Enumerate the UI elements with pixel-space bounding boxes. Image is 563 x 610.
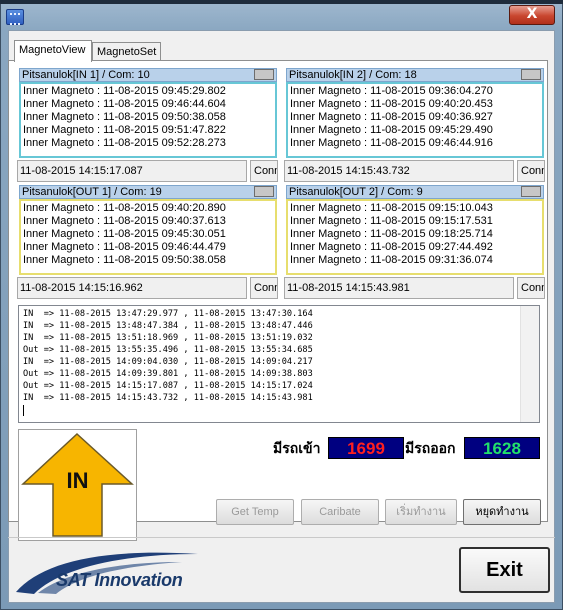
list-item: Inner Magneto : 11-08-2015 09:50:38.058	[23, 254, 226, 266]
list-item: Inner Magneto : 11-08-2015 09:27:44.492	[290, 241, 493, 253]
list-item: Inner Magneto : 11-08-2015 09:45:29.802	[23, 85, 226, 97]
panel-out2-header: Pitsanulok[OUT 2] / Com: 9	[286, 185, 544, 199]
panel-out1-list: Inner Magneto : 11-08-2015 09:40:20.890 …	[19, 199, 277, 275]
log-line: Out => 11-08-2015 13:55:35.496 , 11-08-2…	[23, 345, 313, 355]
list-item: Inner Magneto : 11-08-2015 09:15:10.043	[290, 202, 493, 214]
panel-in1-header: Pitsanulok[IN 1] / Com: 10	[19, 68, 277, 82]
list-item: Inner Magneto : 11-08-2015 09:36:04.270	[290, 85, 493, 97]
list-item: Inner Magneto : 11-08-2015 09:50:38.058	[23, 111, 226, 123]
panel-in2-list: Inner Magneto : 11-08-2015 09:36:04.270 …	[286, 82, 544, 158]
panel-out2-indicator	[521, 186, 541, 197]
close-button[interactable]: X	[509, 5, 555, 25]
panel-in1-indicator	[254, 69, 274, 80]
event-log[interactable]: IN => 11-08-2015 13:47:29.977 , 11-08-20…	[18, 305, 540, 423]
stop-button[interactable]: หยุดทำงาน	[463, 499, 541, 525]
caribate-button[interactable]: Caribate	[301, 499, 379, 525]
panel-out1-indicator	[254, 186, 274, 197]
title-bar	[0, 0, 563, 4]
exit-button[interactable]: Exit	[459, 547, 550, 593]
footer-divider	[8, 537, 555, 538]
list-item: Inner Magneto : 11-08-2015 09:51:47.822	[23, 124, 226, 136]
panel-in2-title: Pitsanulok[IN 2] / Com: 18	[289, 69, 417, 81]
tab-magnetoview[interactable]: MagnetoView	[14, 40, 92, 62]
panel-out2-conn: Conn	[517, 277, 545, 299]
log-line: Out => 11-08-2015 14:09:39.801 , 11-08-2…	[23, 369, 313, 379]
list-item: Inner Magneto : 11-08-2015 09:40:37.613	[23, 215, 226, 227]
panel-out1-timestamp: 11-08-2015 14:15:16.962	[17, 277, 247, 299]
panel-out1-header: Pitsanulok[OUT 1] / Com: 19	[19, 185, 277, 199]
company-logo-text: SAT Innovation	[56, 570, 183, 590]
app-icon	[6, 9, 24, 25]
panel-in1-title: Pitsanulok[IN 1] / Com: 10	[22, 69, 150, 81]
list-item: Inner Magneto : 11-08-2015 09:45:29.490	[290, 124, 493, 136]
panel-in1-list: Inner Magneto : 11-08-2015 09:45:29.802 …	[19, 82, 277, 158]
panel-in1-conn: Conn	[250, 160, 278, 182]
direction-indicator: IN	[18, 429, 137, 541]
panel-out2-list: Inner Magneto : 11-08-2015 09:15:10.043 …	[286, 199, 544, 275]
log-line: IN => 11-08-2015 13:47:29.977 , 11-08-20…	[23, 309, 313, 319]
list-item: Inner Magneto : 11-08-2015 09:18:25.714	[290, 228, 493, 240]
log-line: IN => 11-08-2015 13:48:47.384 , 11-08-20…	[23, 321, 313, 331]
in-count-label: มีรถเข้า	[273, 440, 321, 456]
text-caret	[23, 405, 24, 416]
list-item: Inner Magneto : 11-08-2015 09:40:36.927	[290, 111, 493, 123]
log-line: IN => 11-08-2015 14:09:04.030 , 11-08-20…	[23, 357, 313, 367]
list-item: Inner Magneto : 11-08-2015 09:40:20.890	[23, 202, 226, 214]
out-count-label: มีรถออก	[405, 440, 456, 456]
panel-out1-title: Pitsanulok[OUT 1] / Com: 19	[22, 186, 162, 198]
start-button[interactable]: เริ่มทำงาน	[385, 499, 457, 525]
list-item: Inner Magneto : 11-08-2015 09:46:44.604	[23, 98, 226, 110]
list-item: Inner Magneto : 11-08-2015 09:46:44.479	[23, 241, 226, 253]
log-line: Out => 11-08-2015 14:15:17.087 , 11-08-2…	[23, 381, 313, 391]
log-scrollbar[interactable]	[520, 306, 539, 422]
out-count-value: 1628	[464, 437, 540, 459]
list-item: Inner Magneto : 11-08-2015 09:15:17.531	[290, 215, 493, 227]
panel-in2-header: Pitsanulok[IN 2] / Com: 18	[286, 68, 544, 82]
list-item: Inner Magneto : 11-08-2015 09:45:30.051	[23, 228, 226, 240]
tab-magnetoset[interactable]: MagnetoSet	[92, 42, 161, 62]
list-item: Inner Magneto : 11-08-2015 09:31:36.074	[290, 254, 493, 266]
log-line: IN => 11-08-2015 13:51:18.969 , 11-08-20…	[23, 333, 313, 343]
panel-out1-conn: Conn	[250, 277, 278, 299]
panel-out2-title: Pitsanulok[OUT 2] / Com: 9	[289, 186, 423, 198]
get-temp-button[interactable]: Get Temp	[216, 499, 294, 525]
panel-in1-timestamp: 11-08-2015 14:15:17.087	[17, 160, 247, 182]
list-item: Inner Magneto : 11-08-2015 09:40:20.453	[290, 98, 493, 110]
log-line: IN => 11-08-2015 14:15:43.732 , 11-08-20…	[23, 393, 313, 403]
panel-in2-timestamp: 11-08-2015 14:15:43.732	[284, 160, 514, 182]
panel-in2-conn: Conn	[517, 160, 545, 182]
panel-out2-timestamp: 11-08-2015 14:15:43.981	[284, 277, 514, 299]
direction-label: IN	[66, 468, 89, 493]
list-item: Inner Magneto : 11-08-2015 09:46:44.916	[290, 137, 493, 149]
panel-in2-indicator	[521, 69, 541, 80]
list-item: Inner Magneto : 11-08-2015 09:52:28.273	[23, 137, 226, 149]
in-count-value: 1699	[328, 437, 404, 459]
